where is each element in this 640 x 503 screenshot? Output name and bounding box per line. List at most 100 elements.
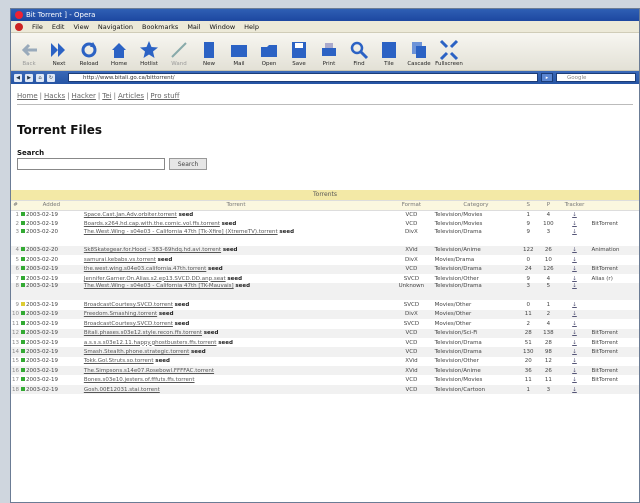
cell-format: XVid bbox=[389, 366, 434, 376]
opera-menu-icon[interactable] bbox=[15, 22, 23, 31]
toolbar-print-button[interactable]: Print bbox=[315, 39, 343, 67]
status-dot-icon bbox=[21, 367, 25, 372]
download-icon[interactable]: ↓ bbox=[559, 375, 591, 384]
download-icon[interactable]: ↓ bbox=[559, 219, 591, 228]
nav-link-tei[interactable]: Tei bbox=[102, 92, 111, 100]
download-icon[interactable]: ↓ bbox=[558, 328, 591, 338]
table-row: 18 2003-02-19 Gosh.00E12031.stai.torrent VC… bbox=[11, 384, 639, 395]
cell-idx: 11 bbox=[12, 320, 19, 327]
menu-bookmarks[interactable]: Bookmarks bbox=[142, 23, 178, 31]
menu-navigation[interactable]: Navigation bbox=[98, 23, 133, 31]
toolbar-fullscreen-button[interactable]: Fullscreen bbox=[435, 39, 463, 67]
toolbar-back-button[interactable]: Back bbox=[15, 39, 43, 67]
torrent-link[interactable]: The.Simpsons.s14e07.Rosebowl.FFFFAC.torr… bbox=[84, 368, 214, 374]
download-icon[interactable]: ↓ bbox=[558, 264, 591, 274]
toolbar-open-button[interactable]: Open bbox=[255, 39, 283, 67]
menu-view[interactable]: View bbox=[73, 23, 88, 31]
download-icon[interactable]: ↓ bbox=[558, 347, 591, 357]
toolbar-reload-button[interactable]: Reload bbox=[75, 39, 103, 67]
toolbar-hotlist-button[interactable]: Hotlist bbox=[135, 39, 163, 67]
torrent-search-input[interactable] bbox=[17, 158, 165, 170]
torrent-link[interactable]: Bones.s03e10.jesters.of.fffuts.ffs.torre… bbox=[84, 377, 195, 383]
torrent-link[interactable]: Bitali.phases.s03e12.style.recon.ffs.tor… bbox=[84, 330, 202, 336]
seed-tag: seed bbox=[158, 311, 174, 318]
toolbar-wand-button[interactable]: Wand bbox=[165, 39, 193, 67]
toolbar-cascade-button[interactable]: Cascade bbox=[405, 39, 433, 67]
download-icon[interactable]: ↓ bbox=[558, 245, 591, 256]
search-button[interactable]: Search bbox=[169, 158, 207, 170]
toolbar-mail-button[interactable]: Mail bbox=[225, 39, 253, 67]
menu-file[interactable]: File bbox=[32, 23, 43, 31]
menu-mail[interactable]: Mail bbox=[187, 23, 200, 31]
torrent-link[interactable]: The.West.Wing - s04e03 - California 47th… bbox=[84, 283, 234, 289]
download-icon[interactable]: ↓ bbox=[559, 255, 591, 264]
nav-link-hacker[interactable]: Hacker bbox=[72, 92, 96, 100]
download-icon[interactable]: ↓ bbox=[558, 283, 591, 301]
cell-idx: 18 bbox=[11, 384, 20, 395]
forward-small-icon[interactable]: ▶ bbox=[25, 73, 33, 82]
download-icon[interactable]: ↓ bbox=[559, 210, 591, 219]
download-icon[interactable]: ↓ bbox=[559, 338, 591, 347]
menu-help[interactable]: Help bbox=[244, 23, 259, 31]
page-title: Torrent Files bbox=[17, 123, 102, 137]
torrent-link[interactable]: Gosh.00E12031.stai.torrent bbox=[84, 387, 160, 393]
torrent-link[interactable]: Freedom.Smashing.torrent bbox=[84, 311, 157, 317]
cell-s: 20 bbox=[524, 358, 532, 365]
nav-link-home[interactable]: Home bbox=[17, 92, 38, 100]
status-dot-icon bbox=[21, 339, 25, 344]
nav-link-pro-stuff[interactable]: Pro stuff bbox=[150, 92, 179, 100]
torrent-link[interactable]: Boards.x264.hd.cap.with.the.comic.vol.ff… bbox=[84, 221, 220, 227]
toolbar-home-button[interactable]: Home bbox=[105, 39, 133, 67]
home-small-icon[interactable]: ⌂ bbox=[36, 73, 44, 82]
status-dot-icon bbox=[21, 358, 25, 363]
cell-format: DivX bbox=[405, 228, 418, 235]
find-icon bbox=[349, 39, 369, 61]
menu-edit[interactable]: Edit bbox=[52, 23, 65, 31]
reload-small-icon[interactable]: ↻ bbox=[47, 73, 55, 82]
window-title: Bit Torrent ] - Opera bbox=[26, 11, 96, 19]
toolbar-save-button[interactable]: Save bbox=[285, 39, 313, 67]
torrent-link[interactable]: BroadcastCourtesy.SVCD.torrent bbox=[84, 302, 173, 308]
table-row: 9 2003-02-19 BroadcastCourtesy.SVCD.torren… bbox=[11, 300, 639, 309]
download-icon[interactable]: ↓ bbox=[558, 309, 591, 320]
url-field[interactable]: http://www.bitali.go.ca/bittorrent/ bbox=[68, 73, 538, 82]
torrent-link[interactable]: Sk8Skategear.for.Hood - 383-69hdq.hd.avi… bbox=[84, 247, 221, 253]
table-row: 1 2003-02-19 Space.Cast.Jan.Adv.orbiter.to… bbox=[11, 210, 639, 219]
column-header: Tracker bbox=[558, 200, 591, 211]
torrent-link[interactable]: a.s.s.s.s03e12.11.happy.ghostbusters.ffs… bbox=[84, 340, 217, 346]
download-icon[interactable]: ↓ bbox=[558, 366, 591, 376]
download-icon[interactable]: ↓ bbox=[559, 319, 591, 328]
seed-tag: seed bbox=[221, 221, 237, 228]
cell-added: 2003-02-19 bbox=[20, 375, 83, 384]
torrent-link[interactable]: Space.Cast.Jan.Adv.orbiter.torrent bbox=[84, 212, 177, 218]
cell-extra: BitTorrent bbox=[590, 328, 639, 338]
search-field[interactable]: Google bbox=[556, 73, 636, 82]
toolbar-next-button[interactable]: Next bbox=[45, 39, 73, 67]
cell-extra bbox=[590, 210, 639, 219]
toolbar-tile-button[interactable]: Tile bbox=[375, 39, 403, 67]
column-header: Format bbox=[389, 200, 434, 211]
torrent-link[interactable]: Tokk.Gol.Struts.so.torrent bbox=[84, 358, 154, 364]
back-small-icon[interactable]: ◀ bbox=[14, 73, 22, 82]
download-icon[interactable]: ↓ bbox=[558, 384, 591, 395]
download-icon[interactable]: ↓ bbox=[559, 300, 591, 309]
torrent-link[interactable]: BroadcastCourtesy.SVCD.torrent bbox=[84, 321, 173, 327]
download-icon[interactable]: ↓ bbox=[559, 274, 591, 283]
column-header: Category bbox=[433, 200, 519, 211]
go-button[interactable]: ▸ bbox=[541, 73, 553, 82]
cell-category: Television/Cartoon bbox=[433, 384, 519, 395]
table-row: 2 2003-02-19 Boards.x264.hd.cap.with.the.c… bbox=[11, 219, 639, 228]
download-icon[interactable]: ↓ bbox=[559, 229, 591, 246]
torrent-link[interactable]: Jennifer.Garner.On.Alias.s2.ep13.SVCD.DD… bbox=[84, 276, 226, 282]
torrent-link[interactable]: the.west.wing.s04e03.california.47th.tor… bbox=[84, 266, 206, 272]
torrent-link[interactable]: Smash.Stealth.phone.strategic.torrent bbox=[84, 349, 189, 355]
toolbar-new-button[interactable]: New bbox=[195, 39, 223, 67]
cell-s: 28 bbox=[518, 328, 539, 338]
nav-link-hacks[interactable]: Hacks bbox=[44, 92, 65, 100]
torrent-link[interactable]: samurai.kebabs.vs.torrent bbox=[84, 257, 156, 263]
nav-link-articles[interactable]: Articles bbox=[118, 92, 144, 100]
torrent-link[interactable]: The.West.Wing - s04e03 - California 47th… bbox=[84, 229, 278, 235]
menu-window[interactable]: Window bbox=[210, 23, 236, 31]
toolbar-find-button[interactable]: Find bbox=[345, 39, 373, 67]
download-icon[interactable]: ↓ bbox=[559, 357, 591, 366]
